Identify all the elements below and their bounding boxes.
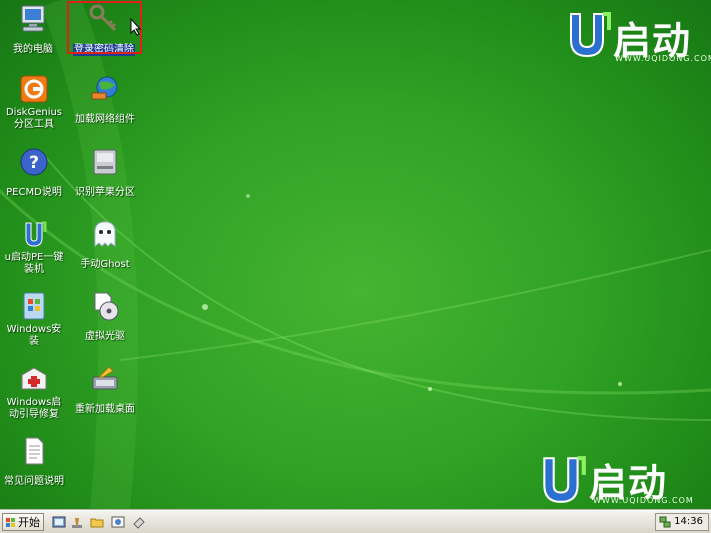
eraser-icon[interactable] [132, 515, 146, 529]
u-logo-icon [570, 12, 611, 58]
drive-icon [93, 149, 117, 175]
folder-icon[interactable] [90, 515, 104, 529]
u-logo-icon [543, 456, 586, 503]
desktop-icon-pecmd-help[interactable]: ? PECMD说明 [1, 146, 67, 199]
icon-label: 我的电脑 [13, 44, 53, 55]
mouse-cursor-icon [130, 18, 142, 36]
network-globe-icon [91, 76, 118, 100]
reload-desktop-icon [92, 366, 118, 390]
svg-text:?: ? [29, 153, 39, 173]
desktop-icon-apple-partition[interactable]: 识别苹果分区 [72, 146, 138, 199]
brand-logo-top: 启动 WWW.UQIDONG.COM [565, 8, 711, 68]
system-tray: 14:36 [655, 513, 709, 531]
u-logo-icon [25, 221, 47, 247]
brand-logo-bottom: 启动 WWW.UQIDONG.COM [537, 452, 693, 508]
logo-url-text: WWW.UQIDONG.COM [615, 54, 711, 63]
pe-tools-icon[interactable] [52, 515, 66, 529]
desktop-icon-diskgenius[interactable]: DiskGenius分区工具 [1, 73, 67, 131]
icon-label: 重新加载桌面 [75, 404, 135, 415]
desktop-icon-boot-repair[interactable]: Windows启动引导修复 [1, 363, 67, 421]
photo-icon[interactable] [111, 515, 125, 529]
icon-label: 常见问题说明 [4, 476, 64, 487]
document-icon [25, 437, 44, 465]
desktop-icon-faq[interactable]: 常见问题说明 [1, 435, 67, 488]
desktop-icon-my-computer[interactable]: 我的电脑 [0, 3, 66, 56]
desktop-icon-load-network[interactable]: 加载网络组件 [72, 73, 138, 126]
windows-install-icon [23, 292, 45, 320]
desktop[interactable]: 我的电脑 登录密码清除 DiskGenius分区工具 加载网络组件 ? PECM… [0, 0, 711, 510]
desktop-icon-upe-install[interactable]: u启动PE一键装机 [1, 218, 67, 276]
icon-label: Windows启动引导修复 [6, 397, 62, 420]
icon-label: 手动Ghost [80, 259, 130, 270]
start-button-label: 开始 [18, 516, 40, 529]
desktop-icon-windows-install[interactable]: Windows安装 [1, 290, 67, 348]
network-tray-icon[interactable] [659, 516, 671, 528]
desktop-icon-manual-ghost[interactable]: 手动Ghost [72, 218, 138, 271]
windows-flag-icon [6, 518, 15, 527]
desktop-icon-virtual-cd[interactable]: 虚拟光驱 [72, 290, 138, 343]
icon-label: 加载网络组件 [75, 114, 135, 125]
diskgenius-icon [20, 75, 48, 103]
icon-label: PECMD说明 [6, 187, 62, 198]
clock: 14:36 [674, 516, 703, 527]
icon-label: 识别苹果分区 [75, 187, 135, 198]
icon-label: Windows安装 [6, 324, 62, 347]
start-button[interactable]: 开始 [2, 513, 44, 531]
repair-kit-icon [21, 367, 47, 390]
icon-label: DiskGenius分区工具 [5, 107, 63, 130]
my-computer-icon [21, 5, 45, 32]
desktop-icon-reload-desktop[interactable]: 重新加载桌面 [72, 363, 138, 416]
stamp-icon[interactable] [70, 515, 84, 529]
icon-label: u启动PE一键装机 [4, 252, 64, 275]
taskbar: 开始 14:36 [0, 510, 711, 533]
icon-label: 虚拟光驱 [85, 331, 125, 342]
logo-url-text: WWW.UQIDONG.COM [593, 496, 694, 505]
virtual-cd-icon [94, 292, 119, 321]
help-icon: ? [20, 148, 48, 176]
ghost-icon [94, 221, 116, 247]
